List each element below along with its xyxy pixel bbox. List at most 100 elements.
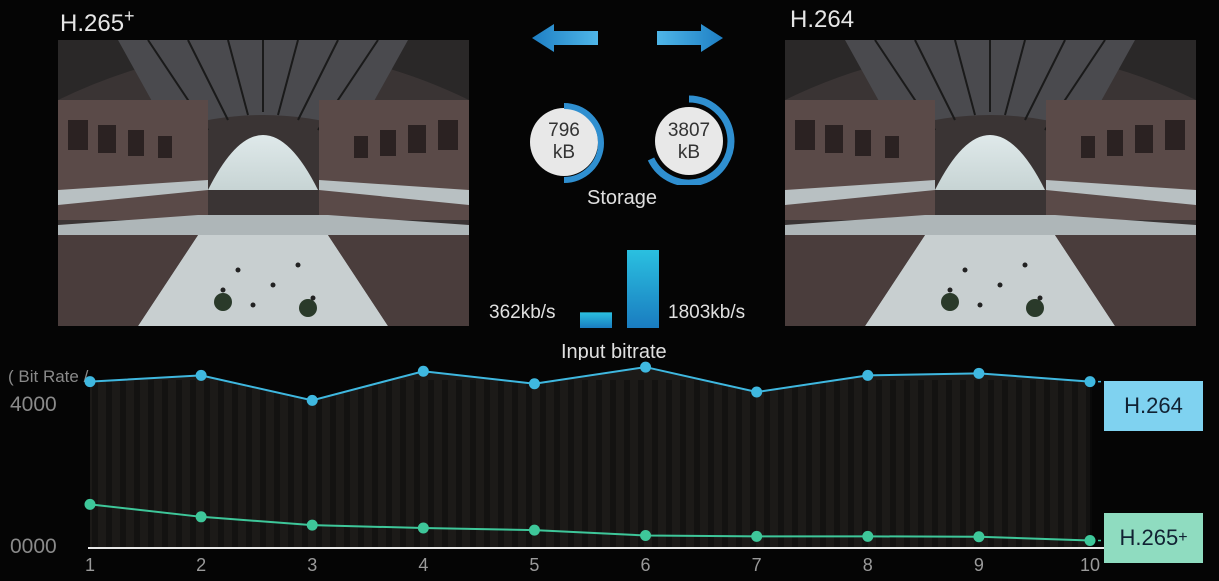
plot-stripe	[806, 380, 812, 548]
plot-stripe	[330, 380, 336, 548]
bitrate-line-chart: 1 2 3 4 5 6 7 8 9 10	[84, 360, 1104, 575]
plot-stripe	[260, 380, 266, 548]
data-point	[417, 365, 429, 377]
plot-stripe	[708, 380, 714, 548]
plot-stripe	[134, 380, 140, 548]
plot-stripe	[624, 380, 630, 548]
data-point	[84, 376, 96, 388]
data-point	[751, 530, 763, 542]
data-point	[528, 524, 540, 536]
legend-h264-label: H.264	[1124, 393, 1183, 418]
plot-stripe	[862, 380, 868, 548]
plot-stripe	[526, 380, 532, 548]
plot-stripe	[946, 380, 952, 548]
plot-stripe	[1058, 380, 1064, 548]
x-tick-label: 10	[1080, 555, 1100, 575]
plot-stripe	[1086, 380, 1092, 548]
plot-stripe	[834, 380, 840, 548]
plot-stripe	[442, 380, 448, 548]
plot-stripe	[1016, 380, 1022, 548]
data-point	[195, 511, 207, 523]
plot-stripe	[246, 380, 252, 548]
legend-h264-tag: H.264	[1104, 381, 1203, 431]
plot-stripe	[512, 380, 518, 548]
data-point	[306, 394, 318, 406]
data-point	[84, 498, 96, 510]
data-point	[751, 386, 763, 398]
plot-stripe	[400, 380, 406, 548]
legend-h265-tag: H.265 +	[1104, 513, 1203, 563]
data-point	[973, 531, 985, 543]
plot-stripe	[372, 380, 378, 548]
plot-stripe	[848, 380, 854, 548]
plot-stripe	[148, 380, 154, 548]
plot-stripe	[120, 380, 126, 548]
plot-stripe	[386, 380, 392, 548]
plot-stripe	[176, 380, 182, 548]
plot-stripe	[232, 380, 238, 548]
x-tick-label: 5	[529, 555, 539, 575]
plot-stripe	[190, 380, 196, 548]
plot-stripe	[428, 380, 434, 548]
plot-stripe	[484, 380, 490, 548]
plot-stripe	[750, 380, 756, 548]
plot-stripe	[92, 380, 98, 548]
data-point	[973, 367, 985, 379]
x-tick-label: 4	[418, 555, 428, 575]
plot-stripe	[988, 380, 994, 548]
plot-stripe	[666, 380, 672, 548]
plot-stripe	[736, 380, 742, 548]
plot-stripe	[974, 380, 980, 548]
plot-stripe	[204, 380, 210, 548]
plot-stripe	[1002, 380, 1008, 548]
data-point	[1084, 376, 1096, 388]
data-point	[195, 369, 207, 381]
plot-stripe	[470, 380, 476, 548]
plot-stripe	[554, 380, 560, 548]
plot-stripe	[106, 380, 112, 548]
x-tick-label: 9	[974, 555, 984, 575]
plot-area	[90, 367, 1090, 548]
data-point	[640, 530, 652, 542]
x-tick-label: 7	[752, 555, 762, 575]
plot-stripe	[498, 380, 504, 548]
plot-stripe	[456, 380, 462, 548]
x-tick-label: 8	[863, 555, 873, 575]
plot-stripe	[582, 380, 588, 548]
data-point	[528, 378, 540, 390]
plot-stripe	[1030, 380, 1036, 548]
legend-h265-label: H.265	[1119, 525, 1179, 550]
plot-stripe	[162, 380, 168, 548]
plot-stripe	[358, 380, 364, 548]
plot-stripe	[694, 380, 700, 548]
plot-stripe	[960, 380, 966, 548]
data-point	[1084, 535, 1096, 547]
plot-stripe	[876, 380, 882, 548]
plot-stripe	[596, 380, 602, 548]
plot-stripe	[344, 380, 350, 548]
data-point	[640, 361, 652, 373]
plot-stripe	[890, 380, 896, 548]
plot-stripe	[218, 380, 224, 548]
plot-stripe	[568, 380, 574, 548]
plot-stripe	[904, 380, 910, 548]
plot-stripe	[302, 380, 308, 548]
plot-stripe	[792, 380, 798, 548]
legend-h265-sup: +	[1178, 529, 1188, 546]
plot-stripe	[652, 380, 658, 548]
x-tick-label: 6	[641, 555, 651, 575]
data-point	[862, 369, 874, 381]
plot-stripe	[722, 380, 728, 548]
x-tick-label: 1	[85, 555, 95, 575]
plot-stripe	[764, 380, 770, 548]
plot-stripe	[638, 380, 644, 548]
plot-stripe	[778, 380, 784, 548]
plot-stripe	[820, 380, 826, 548]
data-point	[417, 522, 429, 534]
plot-stripe	[1044, 380, 1050, 548]
plot-stripe	[414, 380, 420, 548]
plot-stripe	[1072, 380, 1078, 548]
x-tick-label: 3	[307, 555, 317, 575]
plot-stripe	[680, 380, 686, 548]
plot-stripe	[932, 380, 938, 548]
